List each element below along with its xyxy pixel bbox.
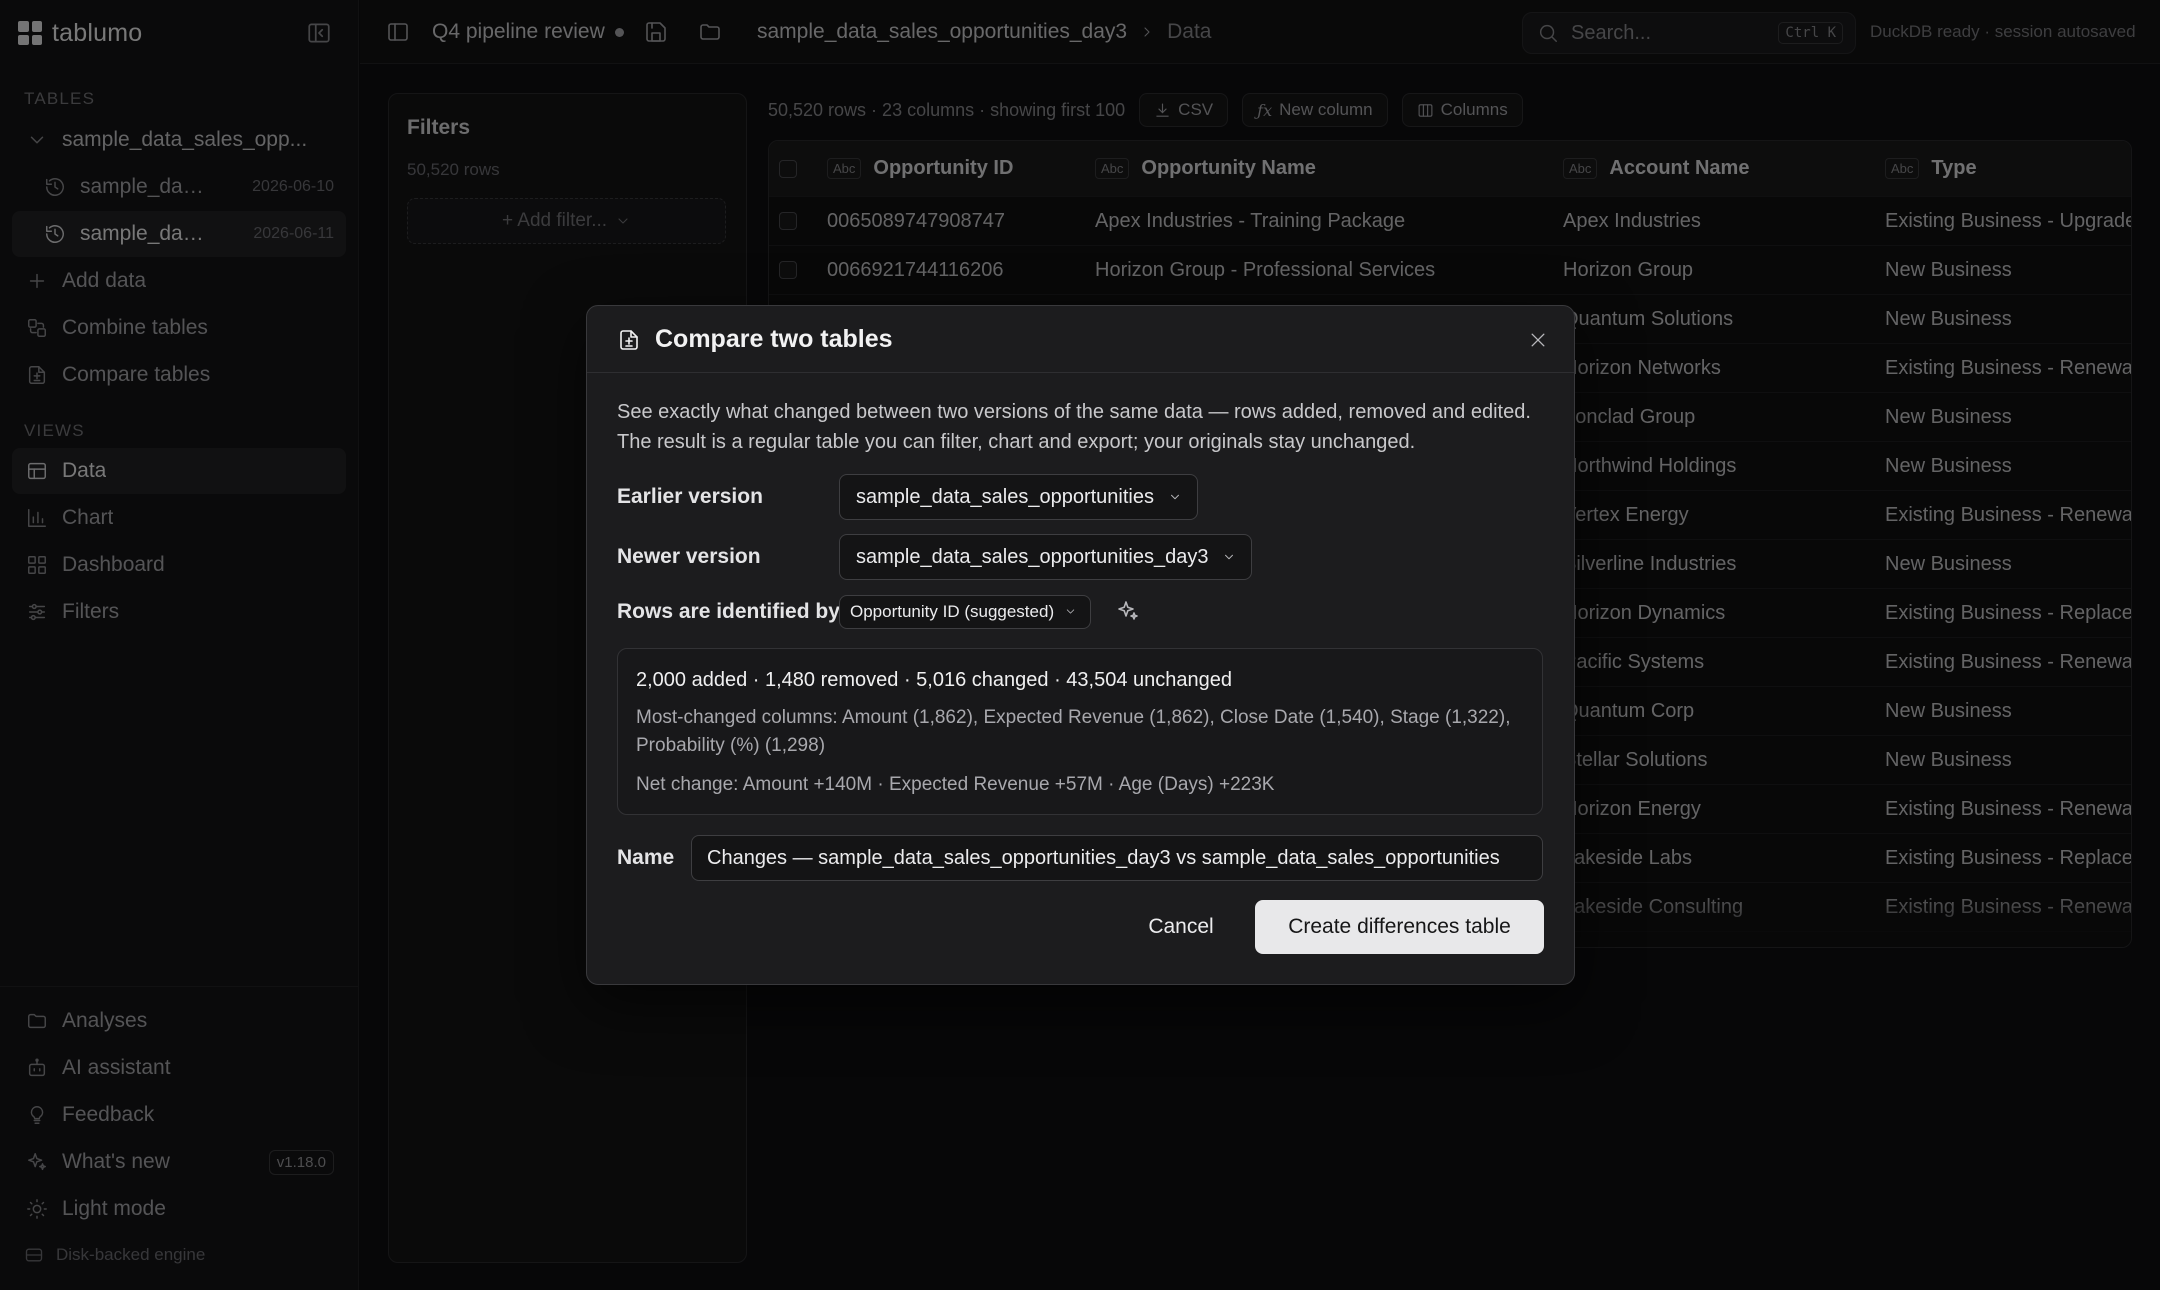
earlier-version-value: sample_data_sales_opportunities [856, 485, 1154, 508]
compare-tables-dialog: Compare two tables See exactly what chan… [586, 305, 1575, 985]
row-key-label: Rows are identified by [617, 600, 840, 623]
result-name-input[interactable] [691, 835, 1543, 881]
auto-detect-sparkles-icon[interactable] [1116, 599, 1140, 623]
summary-net-change: Net change: Amount +140M · Expected Reve… [636, 774, 1275, 795]
diff-summary: 2,000 added · 1,480 removed · 5,016 chan… [617, 648, 1543, 815]
row-key-select[interactable]: Opportunity ID (suggested) [839, 595, 1092, 629]
newer-version-label: Newer version [617, 545, 761, 568]
close-icon[interactable] [1528, 330, 1548, 350]
newer-version-value: sample_data_sales_opportunities_day3 [856, 545, 1209, 568]
name-label: Name [617, 846, 675, 869]
file-diff-icon [617, 328, 641, 352]
dialog-description: See exactly what changed between two ver… [617, 401, 1531, 453]
row-key-value: Opportunity ID (suggested) [850, 602, 1055, 621]
cancel-button[interactable]: Cancel [1133, 900, 1229, 954]
summary-most-changed: Most-changed columns: Amount (1,862), Ex… [636, 707, 1511, 756]
chevron-down-icon [1222, 550, 1236, 564]
earlier-version-label: Earlier version [617, 485, 763, 508]
newer-version-select[interactable]: sample_data_sales_opportunities_day3 [839, 534, 1253, 580]
create-differences-button[interactable]: Create differences table [1255, 900, 1544, 954]
earlier-version-select[interactable]: sample_data_sales_opportunities [839, 474, 1198, 520]
chevron-down-icon [1168, 490, 1182, 504]
dialog-title: Compare two tables [617, 306, 893, 373]
chevron-down-icon [1064, 605, 1078, 619]
summary-counts: 2,000 added · 1,480 removed · 5,016 chan… [636, 669, 1233, 691]
dialog-header: Compare two tables [587, 306, 1574, 373]
dialog-title-text: Compare two tables [655, 325, 893, 353]
